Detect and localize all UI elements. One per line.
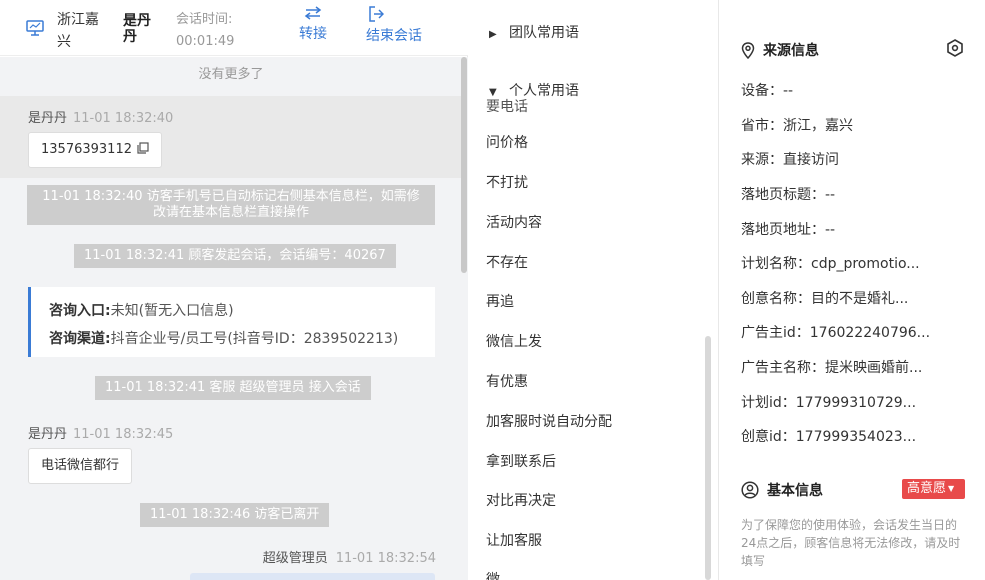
consult-info-card: 咨询入口:未知(暂无入口信息) 咨询渠道:抖音企业号/员工号(抖音号ID：283… <box>28 287 435 357</box>
landing-title-field: 落地页标题：-- <box>741 187 836 203</box>
message-sender: 是丹丹 11-01 18:32:40 <box>28 107 173 126</box>
phrase-group-team[interactable]: ▶ 团队常用语 <box>489 22 579 42</box>
chat-header: 浙江嘉兴 是丹丹 会话时间: 00:01:49 转接 结束会话 <box>0 0 468 56</box>
advertiser-name-field: 广告主名称：提米映画婚前... <box>741 360 923 376</box>
caret-down-icon: ▼ <box>489 87 497 98</box>
visitor-info-panel: 来源信息 设备：-- 省市：浙江，嘉兴 来源：直接访问 落地页标题：-- 落地页… <box>720 0 985 580</box>
province-field: 省市：浙江，嘉兴 <box>741 118 853 134</box>
basic-info-header: 基本信息 <box>741 480 823 500</box>
consult-entry-value: 未知(暂无入口信息) <box>110 303 234 319</box>
location-pin-icon <box>741 41 755 59</box>
phrases-scrollbar[interactable] <box>705 336 711 580</box>
plan-name-field: 计划名称：cdp_promotio... <box>741 256 920 272</box>
device-field: 设备：-- <box>741 83 794 99</box>
consult-channel-value: 抖音企业号/员工号(抖音号ID：2839502213) <box>110 331 399 347</box>
info-hint-text: 为了保障您的使用体验，会话发生当日的24点之后，顾客信息将无法修改，请及时填写 <box>741 518 961 568</box>
transfer-icon <box>304 6 322 20</box>
plan-id-field: 计划id：177999310729... <box>741 395 917 411</box>
phrase-item[interactable]: 再追 <box>486 291 514 311</box>
creative-name-field: 创意名称：目的不是婚礼... <box>741 291 909 307</box>
session-time-value: 00:01:49 <box>176 34 235 49</box>
phrase-item[interactable]: 活动内容 <box>486 212 542 232</box>
quick-phrases-panel: ▶ 团队常用语 要电话 ▼ 个人常用语 问价格 不打扰 活动内容 不存在 再追 微信… <box>469 0 719 580</box>
message-text: 13576393112 <box>41 142 132 157</box>
settings-icon[interactable] <box>946 39 964 57</box>
message-list[interactable]: 没有更多了 是丹丹 11-01 18:32:40 13576393112 11-0… <box>0 57 462 580</box>
system-message-line: 改请在基本信息栏直接操作 <box>152 205 309 220</box>
transfer-label: 转接 <box>299 26 327 42</box>
source-field: 来源：直接访问 <box>741 152 839 168</box>
system-message: 11-01 18:32:41 顾客发起会话，会话编号：40267 <box>74 244 396 268</box>
agent-name: 超级管理员 <box>262 551 328 566</box>
no-more-text: 没有更多了 <box>198 67 264 82</box>
visitor-name: 是丹丹 <box>123 13 151 45</box>
phrase-item[interactable]: 要电话 <box>486 96 528 116</box>
consult-channel-row: 咨询渠道:抖音企业号/员工号(抖音号ID：2839502213) <box>49 325 435 353</box>
phrase-item[interactable]: 拿到联系后 <box>486 451 556 471</box>
message-sender: 是丹丹 11-01 18:32:45 <box>28 423 173 442</box>
end-session-button[interactable]: 结束会话 <box>366 6 430 45</box>
landing-url-field: 落地页地址：-- <box>741 222 836 238</box>
system-message-line: 11-01 18:32:40 访客手机号已自动标记右侧基本信息栏，如需修 <box>42 189 420 204</box>
intent-level-select[interactable]: 高意愿 ▼ <box>902 479 965 499</box>
basic-info-title: 基本信息 <box>767 483 823 499</box>
transfer-button[interactable]: 转接 <box>293 6 333 43</box>
source-info-header: 来源信息 <box>741 40 819 60</box>
chat-panel: 浙江嘉兴 是丹丹 会话时间: 00:01:49 转接 结束会话 没有更多了 是丹… <box>0 0 468 580</box>
advertiser-id-field: 广告主id：176022240796... <box>741 325 931 341</box>
phrase-item[interactable]: 不打扰 <box>486 172 528 192</box>
session-time-label: 会话时间: <box>176 12 233 27</box>
scrollbar-thumb[interactable] <box>461 57 467 273</box>
chat-scrollbar[interactable] <box>461 57 468 580</box>
exit-icon <box>369 6 384 22</box>
consult-entry-label: 咨询入口: <box>49 303 111 319</box>
sender-name: 是丹丹 <box>28 427 68 442</box>
consult-entry-row: 咨询入口:未知(暂无入口信息) <box>49 297 435 325</box>
message-time: 11-01 18:32:54 <box>335 551 436 566</box>
system-message: 11-01 18:32:46 访客已离开 <box>140 503 330 527</box>
caret-right-icon: ▶ <box>489 29 497 40</box>
phrase-item[interactable]: 对比再决定 <box>486 490 556 510</box>
phrase-group-personal[interactable]: ▼ 个人常用语 <box>489 80 579 99</box>
phrase-item[interactable]: 有优惠 <box>486 371 528 391</box>
agent-message-bubble[interactable] <box>190 573 435 580</box>
phrase-item[interactable]: 让加客服 <box>486 530 542 550</box>
agent-message-header: 超级管理员 11-01 18:32:54 <box>263 547 436 566</box>
creative-id-field: 创意id：177999354023... <box>741 429 917 445</box>
phrase-item[interactable]: 加客服时说自动分配 <box>486 411 612 431</box>
phrase-group-label: 个人常用语 <box>509 83 579 99</box>
phrase-item[interactable]: 不存在 <box>486 252 528 272</box>
system-message: 11-01 18:32:41 客服 超级管理员 接入会话 <box>95 376 371 400</box>
message-bubble[interactable]: 13576393112 <box>28 132 163 168</box>
end-session-label: 结束会话 <box>366 28 422 44</box>
sender-name: 是丹丹 <box>28 111 68 126</box>
phrase-item[interactable]: 微 <box>486 569 500 580</box>
intent-level-value: 高意愿 <box>907 481 947 496</box>
caret-down-icon: ▼ <box>948 484 955 493</box>
copy-icon[interactable] <box>137 142 149 154</box>
user-icon <box>741 481 759 499</box>
message-time: 11-01 18:32:40 <box>73 111 174 126</box>
phrase-item[interactable]: 问价格 <box>486 132 528 152</box>
phrase-group-label: 团队常用语 <box>509 25 579 41</box>
message-text: 电话微信都行 <box>41 458 120 473</box>
source-info-title: 来源信息 <box>763 43 819 59</box>
consult-channel-label: 咨询渠道: <box>49 331 111 347</box>
message-bubble[interactable]: 电话微信都行 <box>28 448 133 484</box>
visitor-location: 浙江嘉兴 <box>57 12 99 50</box>
message-time: 11-01 18:32:45 <box>73 427 174 442</box>
system-message: 11-01 18:32:40 访客手机号已自动标记右侧基本信息栏，如需修 改请在… <box>27 185 435 225</box>
phrase-item[interactable]: 微信上发 <box>486 331 542 351</box>
computer-icon <box>26 20 44 36</box>
